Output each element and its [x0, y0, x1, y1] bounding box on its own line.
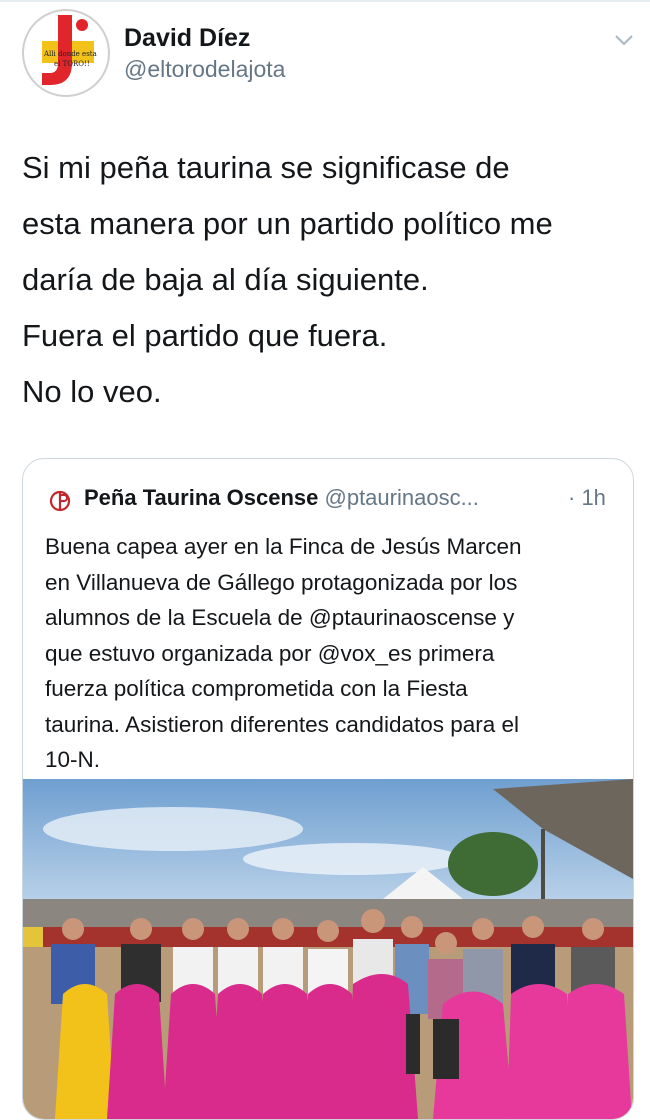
quoted-line: alumnos de la Escuela de @ptaurinaoscens…	[45, 605, 515, 630]
svg-text:Alli donde esta: Alli donde esta	[43, 50, 97, 58]
quoted-line: Buena capea ayer en la Finca de Jesús Ma…	[45, 534, 522, 559]
quoted-line: en Villanueva de Gállego protagonizada p…	[45, 569, 518, 595]
tweet-line: esta manera por un partido político me	[22, 206, 553, 241]
author-handle[interactable]: @eltorodelajota	[124, 56, 285, 83]
quoted-line: que estuvo organizada por @vox_es primer…	[45, 640, 495, 666]
quoted-author[interactable]: Peña Taurina Oscense @ptaurinaosc...	[84, 485, 479, 511]
tweet-line: Fuera el partido que fuera.	[22, 318, 388, 353]
group-photo-image	[23, 779, 633, 1119]
tweet-text: Si mi peña taurina se significase de est…	[22, 140, 637, 420]
quoted-line: taurina. Asistieron diferentes candidato…	[45, 711, 520, 737]
quoted-text: Buena capea ayer en la Finca de Jesús Ma…	[45, 529, 620, 778]
chevron-down-icon[interactable]	[612, 30, 636, 50]
bull-logo-icon: Alli donde esta el TORO!!	[26, 13, 106, 93]
quoted-timestamp[interactable]: · 1h	[568, 485, 606, 511]
quoted-author-name[interactable]: Peña Taurina Oscense	[84, 485, 318, 510]
quoted-photo[interactable]	[23, 779, 633, 1119]
author-avatar[interactable]: Alli donde esta el TORO!!	[22, 9, 110, 97]
club-logo-icon	[48, 489, 72, 513]
tweet-line: No lo veo.	[22, 374, 162, 409]
quoted-author-handle[interactable]: @ptaurinaosc...	[325, 485, 479, 510]
tweet-line: daría de baja al día siguiente.	[22, 262, 429, 297]
quoted-line: fuerza política comprometida con la Fies…	[45, 676, 468, 701]
author-name[interactable]: David Díez	[124, 24, 250, 53]
tweet-line: Si mi peña taurina se significase de	[22, 150, 510, 185]
quoted-line: 10-N.	[45, 747, 101, 772]
quoted-tweet-card[interactable]: Peña Taurina Oscense @ptaurinaosc... · 1…	[22, 458, 634, 1120]
top-divider	[0, 0, 650, 2]
svg-text:el TORO!!: el TORO!!	[54, 60, 90, 68]
